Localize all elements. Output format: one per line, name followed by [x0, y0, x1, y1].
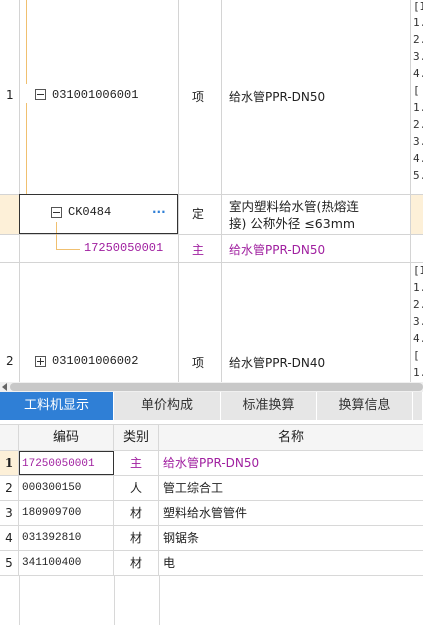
row-3-type: 主 [192, 243, 205, 257]
table-header: 编码 类别 名称 [0, 424, 423, 451]
row-category: 材 [114, 551, 159, 575]
tab-labor-material-machine[interactable]: 工料机显示 [0, 392, 114, 420]
selected-row-bg [0, 194, 19, 234]
row-1-type: 项 [192, 90, 205, 104]
row-seq: 1 [0, 451, 19, 475]
row-4-name[interactable]: 给水管PPR-DN40 [229, 354, 325, 371]
table-empty-area [0, 576, 423, 625]
header-code[interactable]: 编码 [19, 425, 114, 451]
tab-more[interactable] [413, 392, 423, 420]
row-category: 材 [114, 501, 159, 525]
row-1-collapse-toggle[interactable] [35, 89, 46, 100]
row-code[interactable]: 341100400 [19, 551, 114, 575]
table-row[interactable]: 4 031392810 材 钢锯条 [0, 526, 423, 551]
row-2-name-line2[interactable]: 接) 公称外径 ≤63mm [229, 213, 355, 232]
row-2-collapse-toggle[interactable] [51, 207, 62, 218]
table-row[interactable]: 3 180909700 材 塑料给水管管件 [0, 501, 423, 526]
row-seq: 2 [0, 476, 19, 500]
row-4-seq: 2 [6, 354, 14, 368]
row-category: 材 [114, 526, 159, 550]
row-name[interactable]: 塑料给水管管件 [159, 501, 423, 525]
row-1-name[interactable]: 给水管PPR-DN50 [229, 88, 325, 105]
row-4-expand-toggle[interactable] [35, 356, 46, 367]
tab-conversion-info[interactable]: 换算信息 [317, 392, 413, 420]
row-2-code[interactable]: CK0484 [68, 205, 111, 219]
row-code[interactable]: 17250050001 [19, 451, 114, 475]
row-code[interactable]: 031392810 [19, 526, 114, 550]
row-category: 主 [114, 451, 159, 475]
selected-row-bg-right [410, 194, 423, 234]
tab-unit-price-composition[interactable]: 单价构成 [114, 392, 221, 420]
header-name[interactable]: 名称 [159, 425, 423, 451]
row-3-code[interactable]: 17250050001 [84, 241, 163, 255]
scroll-left-arrow-icon[interactable] [2, 383, 7, 391]
row-seq: 4 [0, 526, 19, 550]
row-name[interactable]: 钢锯条 [159, 526, 423, 550]
table-row[interactable]: 5 341100400 材 电 [0, 551, 423, 576]
scrollbar-thumb[interactable] [10, 383, 423, 391]
row-4-code[interactable]: 031001006002 [52, 354, 138, 368]
row-2-ellipsis-button[interactable]: ··· [152, 205, 166, 219]
row-code[interactable]: 000300150 [19, 476, 114, 500]
row-1-code[interactable]: 031001006001 [52, 88, 138, 102]
row-name[interactable]: 电 [159, 551, 423, 575]
table-row[interactable]: 1 17250050001 主 给水管PPR-DN50 [0, 451, 423, 476]
row-name[interactable]: 管工综合工 [159, 476, 423, 500]
row-2-type: 定 [192, 207, 205, 221]
row-category: 人 [114, 476, 159, 500]
row-code[interactable]: 180909700 [19, 501, 114, 525]
header-category[interactable]: 类别 [114, 425, 159, 451]
row-seq: 3 [0, 501, 19, 525]
row-4-type: 项 [192, 356, 205, 370]
table-row[interactable]: 2 000300150 人 管工综合工 [0, 476, 423, 501]
row-1-seq: 1 [6, 88, 14, 102]
row-name[interactable]: 给水管PPR-DN50 [159, 451, 423, 475]
horizontal-scrollbar[interactable] [0, 382, 423, 392]
row-3-name[interactable]: 给水管PPR-DN50 [229, 241, 325, 258]
tab-standard-conversion[interactable]: 标准换算 [221, 392, 317, 420]
row-seq: 5 [0, 551, 19, 575]
